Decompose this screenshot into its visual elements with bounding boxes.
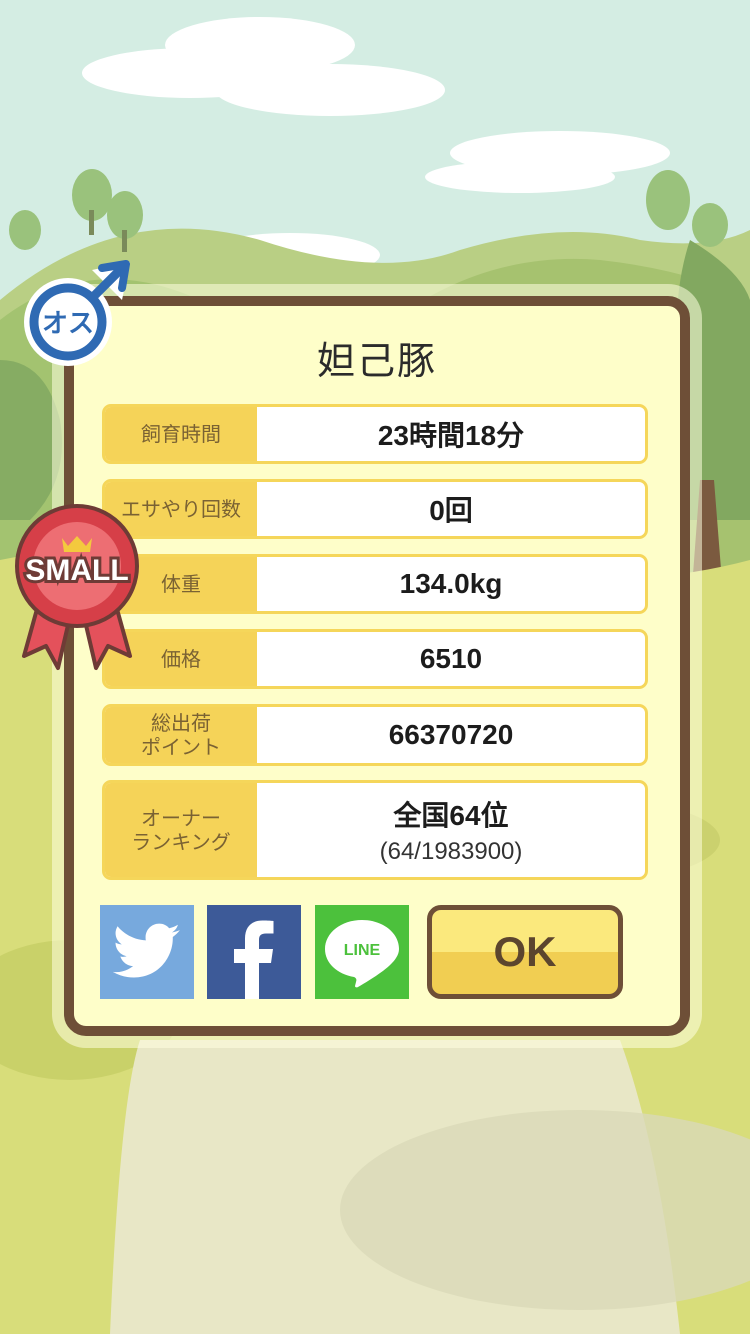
ribbon-icon: SMALL xyxy=(15,504,139,670)
gender-label: オス xyxy=(42,309,94,339)
line-icon-text: LINE xyxy=(344,942,381,959)
ranking-detail: (64/1983900) xyxy=(379,838,523,865)
line-icon: LINE xyxy=(325,920,399,988)
facebook-share-button[interactable] xyxy=(207,905,301,999)
stat-value: 23時間18分 xyxy=(377,420,525,451)
size-badge-label: SMALL xyxy=(25,554,128,587)
stat-row-owner-ranking: オーナー ランキング 全国64位 (64/1983900) xyxy=(102,780,648,880)
stat-value: 0回 xyxy=(429,495,473,526)
ranking-value: 全国64位 xyxy=(393,800,509,831)
twitter-icon xyxy=(113,923,180,978)
stat-label: オーナー ランキング xyxy=(105,783,257,877)
stat-value: 66370720 xyxy=(388,719,514,750)
stat-value: 6510 xyxy=(419,643,483,674)
ranking-value-group: 全国64位 (64/1983900) xyxy=(257,783,645,877)
twitter-share-button[interactable] xyxy=(100,905,194,999)
stat-value: 134.0kg xyxy=(399,568,503,599)
stat-row-raising-time: 飼育時間 23時間18分 xyxy=(102,404,648,464)
pig-name: 妲己豚 xyxy=(316,339,437,383)
stat-row-total-shipping-points: 総出荷 ポイント 66370720 xyxy=(102,704,648,766)
stat-row-feeding-count: エサやり回数 0回 xyxy=(102,479,648,539)
stat-label: 総出荷 ポイント xyxy=(105,707,257,763)
ok-button-label: OK xyxy=(493,928,557,975)
stat-row-price: 価格 6510 xyxy=(102,629,648,689)
stat-label: 飼育時間 xyxy=(105,407,257,461)
male-gender-icon: オス xyxy=(24,260,130,366)
facebook-icon xyxy=(234,920,274,999)
ok-button[interactable]: OK xyxy=(427,905,623,999)
line-share-button[interactable]: LINE xyxy=(315,905,409,999)
stat-row-weight: 体重 134.0kg xyxy=(102,554,648,614)
